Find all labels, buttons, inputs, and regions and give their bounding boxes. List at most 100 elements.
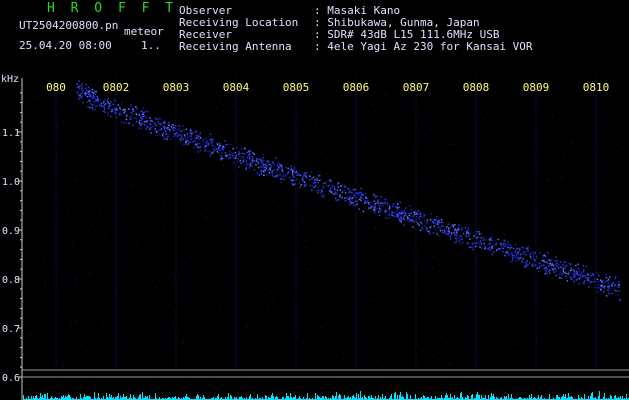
- trace-point: [504, 255, 507, 257]
- noise-dot: [366, 209, 367, 210]
- noise-dot: [488, 241, 490, 243]
- histogram-bar: [142, 392, 143, 400]
- histogram-bar: [271, 395, 272, 400]
- trace-point: [598, 275, 600, 277]
- noise-dot: [26, 334, 27, 336]
- histogram-bar: [493, 394, 494, 400]
- noise-dot: [361, 203, 363, 205]
- noise-dot: [560, 176, 562, 178]
- trace-point: [262, 171, 265, 173]
- noise-dot: [205, 218, 207, 220]
- noise-dot: [573, 342, 575, 344]
- trace-point: [156, 130, 158, 133]
- trace-point: [413, 215, 415, 217]
- noise-dot: [121, 243, 123, 245]
- noise-dot: [381, 262, 383, 264]
- noise-dot: [369, 299, 371, 301]
- trace-point: [480, 244, 483, 246]
- noise-dot: [252, 328, 254, 330]
- histogram-bar: [273, 396, 274, 400]
- trace-point: [583, 280, 586, 282]
- trace-point: [448, 231, 451, 233]
- noise-dot: [123, 236, 125, 237]
- noise-dot: [418, 146, 420, 148]
- trace-point: [168, 124, 170, 126]
- histogram-bar: [358, 394, 359, 400]
- trace-point: [508, 252, 510, 254]
- histogram-bar: [84, 394, 85, 400]
- trace-point: [483, 242, 485, 245]
- trace-point: [617, 294, 619, 296]
- trace-point: [269, 167, 272, 169]
- trace-point: [331, 184, 333, 187]
- histogram-bar: [622, 396, 623, 400]
- trace-point: [389, 206, 391, 208]
- trace-point: [286, 172, 288, 175]
- noise-dot: [306, 246, 308, 248]
- noise-dot: [50, 320, 52, 322]
- noise-dot: [457, 164, 459, 166]
- trace-point: [284, 174, 287, 176]
- trace-point: [353, 194, 355, 197]
- trace-point: [350, 202, 353, 204]
- noise-dot: [185, 189, 187, 191]
- noise-dot: [253, 280, 255, 282]
- trace-point: [91, 108, 93, 110]
- trace-point: [366, 200, 369, 202]
- noise-dot: [69, 281, 71, 283]
- noise-dot: [386, 92, 388, 94]
- histogram-bar: [445, 395, 446, 400]
- histogram-bar: [352, 396, 353, 400]
- noise-dot: [51, 338, 53, 340]
- noise-dot: [418, 111, 420, 113]
- trace-point: [128, 118, 131, 120]
- noise-dot: [564, 157, 566, 159]
- noise-dot: [439, 196, 441, 198]
- histogram-bar: [614, 396, 615, 400]
- noise-dot: [365, 273, 367, 275]
- trace-point: [507, 240, 509, 243]
- trace-point: [382, 204, 384, 206]
- trace-point: [536, 267, 539, 269]
- trace-point: [330, 180, 332, 182]
- noise-dot: [75, 277, 77, 279]
- trace-point: [472, 246, 474, 248]
- trace-point: [422, 216, 424, 218]
- y-tick-label: 1.1: [2, 128, 20, 139]
- trace-point: [602, 286, 604, 288]
- trace-point: [610, 283, 613, 286]
- trace-point: [174, 127, 177, 130]
- noise-dot: [162, 229, 164, 230]
- noise-dot: [526, 310, 528, 312]
- trace-point: [410, 208, 412, 210]
- trace-point: [585, 265, 587, 268]
- noise-dot: [288, 300, 290, 301]
- trace-point: [183, 134, 186, 136]
- noise-dot: [317, 312, 319, 314]
- mode-tag: meteor: [124, 25, 164, 38]
- noise-dot: [319, 171, 321, 173]
- trace-point: [445, 227, 448, 229]
- noise-dot: [387, 234, 389, 236]
- noise-dot: [321, 257, 323, 259]
- noise-dot: [425, 124, 427, 125]
- noise-dot: [439, 154, 440, 156]
- trace-point: [91, 104, 94, 106]
- trace-point: [179, 138, 181, 140]
- noise-dot: [127, 194, 129, 196]
- noise-dot: [452, 340, 454, 342]
- noise-dot: [101, 322, 103, 324]
- noise-dot: [296, 270, 297, 272]
- noise-dot: [103, 173, 105, 175]
- trace-point: [185, 141, 187, 144]
- trace-point: [352, 197, 354, 199]
- trace-point: [434, 228, 436, 230]
- trace-point: [278, 162, 281, 165]
- trace-point: [110, 109, 113, 111]
- trace-point: [439, 227, 442, 229]
- trace-point: [133, 117, 135, 120]
- histogram-bar: [353, 395, 354, 400]
- trace-point: [225, 143, 227, 146]
- noise-dot: [170, 367, 172, 369]
- histogram-bar: [375, 396, 376, 400]
